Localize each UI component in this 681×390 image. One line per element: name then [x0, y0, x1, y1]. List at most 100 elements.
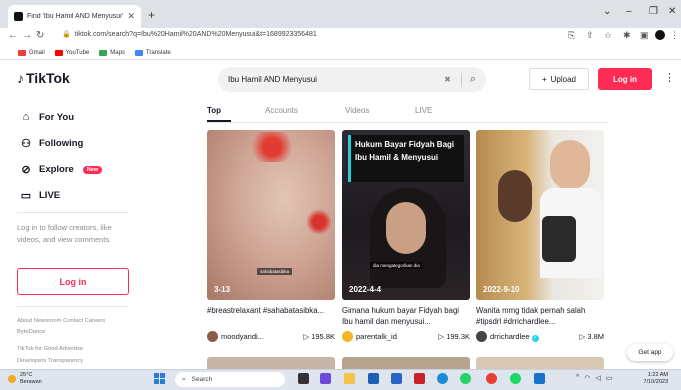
browser-menu-icon[interactable]: ⋮: [670, 30, 679, 41]
bookmark-translate[interactable]: Translate: [134, 49, 171, 56]
search-icon: ⌕: [182, 375, 186, 383]
username-row[interactable]: drrichardlee ✓: [490, 332, 579, 342]
username[interactable]: drrichardlee: [490, 332, 530, 341]
chat-icon[interactable]: [320, 373, 331, 384]
header-login-button[interactable]: Log in: [598, 68, 652, 90]
sidebar-login-button[interactable]: Log in: [17, 268, 129, 295]
whatsapp-icon[interactable]: [460, 373, 471, 384]
reload-icon[interactable]: ↻: [36, 30, 44, 41]
tab-live[interactable]: LIVE: [415, 106, 432, 115]
footer-links-4[interactable]: Developers Transparency: [17, 358, 83, 364]
new-tab-button[interactable]: +: [148, 8, 155, 22]
volume-icon[interactable]: ◁: [595, 374, 600, 382]
avatar[interactable]: [342, 331, 353, 342]
video-thumbnail[interactable]: 2022-9-10: [476, 130, 604, 300]
window-close-icon[interactable]: ✕: [668, 6, 676, 17]
video-caption[interactable]: Gimana hukum bayar Fidyah bagi Ibu hamil…: [342, 305, 470, 327]
sidebar-divider: [17, 306, 129, 307]
extensions-icon[interactable]: ✱: [623, 30, 631, 41]
new-badge: New: [82, 165, 103, 174]
chrome-icon[interactable]: [486, 373, 497, 384]
footer-links-1[interactable]: About Newsroom Contact Careers: [17, 318, 105, 324]
tab-close-icon[interactable]: ✕: [127, 11, 135, 22]
taskbar-search[interactable]: ⌕ Search: [175, 372, 285, 387]
spotify-icon[interactable]: [510, 373, 521, 384]
video-caption[interactable]: Wanita mmg tidak pernah salah #tipsdrl #…: [476, 305, 604, 327]
video-caption[interactable]: #breastrelaxant #sahabatasibka...: [207, 305, 335, 327]
forward-icon[interactable]: →: [22, 30, 32, 41]
avatar[interactable]: [476, 331, 487, 342]
app-icon[interactable]: [534, 373, 545, 384]
share-icon[interactable]: ⇪: [586, 30, 594, 41]
username[interactable]: moodyandi...: [221, 332, 303, 341]
search-bar[interactable]: Ibu Hamil AND Menyusui ✖ ⌕: [218, 67, 486, 92]
browser-tab[interactable]: Find 'Ibu Hamil AND Menyusui' o ✕: [8, 5, 141, 28]
weather-temp: 25°C: [20, 372, 33, 378]
more-options-icon[interactable]: ⋮: [664, 71, 675, 84]
home-icon: ⌂: [22, 111, 30, 123]
rose-sticker-icon: [247, 132, 297, 162]
video-card[interactable]: Hukum Bayar Fidyah Bagi Ibu Hamil & Meny…: [342, 130, 470, 342]
following-icon: ⚇: [21, 138, 31, 150]
footer-links-2[interactable]: ByteDance: [17, 329, 45, 335]
word-icon[interactable]: [391, 373, 402, 384]
footer-links-3[interactable]: TikTok for Good Advertise: [17, 346, 83, 352]
tab-videos[interactable]: Videos: [345, 106, 369, 115]
video-card-partial[interactable]: [207, 357, 335, 369]
bookmark-youtube[interactable]: YouTube: [54, 49, 89, 56]
sidebar-item-for-you[interactable]: ⌂ For You: [20, 111, 74, 123]
file-explorer-icon[interactable]: [344, 373, 355, 384]
install-icon[interactable]: ⎘: [568, 30, 575, 41]
sidebar-item-following[interactable]: ⚇ Following: [20, 137, 83, 150]
windows-start-icon[interactable]: [154, 373, 165, 384]
clear-search-icon[interactable]: ✖: [444, 75, 451, 84]
store-icon[interactable]: [368, 373, 379, 384]
search-icon[interactable]: ⌕: [470, 73, 476, 86]
video-card-partial[interactable]: [342, 357, 470, 369]
minimize-icon[interactable]: –: [626, 6, 632, 17]
sidebar-item-live[interactable]: ▭ LIVE: [20, 189, 60, 202]
verified-badge-icon: ✓: [531, 334, 539, 342]
wifi-icon[interactable]: ◠: [584, 374, 590, 382]
search-divider: [460, 72, 462, 87]
video-card[interactable]: sahabatasibka 3-13 #breastrelaxant #saha…: [207, 130, 335, 342]
back-icon[interactable]: ←: [8, 30, 18, 41]
maps-icon: [99, 49, 108, 56]
clock[interactable]: 1:22 AM 7/10/2023: [636, 372, 668, 386]
avatar[interactable]: [207, 331, 218, 342]
bookmark-maps[interactable]: Maps: [99, 49, 125, 56]
plus-icon: +: [541, 74, 547, 84]
bookmarks-bar: Gmail YouTube Maps Translate: [0, 46, 681, 60]
tiktok-logo[interactable]: ♪ TikTok: [17, 70, 70, 86]
video-date: 2022-9-10: [483, 285, 520, 294]
video-card[interactable]: 2022-9-10 Wanita mmg tidak pernah salah …: [476, 130, 604, 342]
sidepanel-icon[interactable]: ▣: [640, 30, 649, 41]
task-view-icon[interactable]: [298, 373, 309, 384]
sidebar-item-explore[interactable]: ⊘ Explore New: [20, 163, 103, 176]
mcafee-icon[interactable]: [414, 373, 425, 384]
address-bar[interactable]: 🔒 tiktok.com/search?q=Ibu%20Hamil%20AND%…: [62, 30, 317, 39]
bookmark-star-icon[interactable]: ☆: [604, 30, 612, 41]
search-input[interactable]: Ibu Hamil AND Menyusui: [228, 75, 444, 84]
video-card-partial[interactable]: [476, 357, 604, 369]
video-thumbnail[interactable]: Hukum Bayar Fidyah Bagi Ibu Hamil & Meny…: [342, 130, 470, 300]
tab-search-icon[interactable]: ⌄: [603, 6, 611, 17]
view-count: ▷ 195.8K: [303, 332, 335, 341]
chevron-up-icon[interactable]: ^: [576, 374, 579, 382]
username[interactable]: parentalk_id: [356, 332, 438, 341]
video-thumbnail[interactable]: sahabatasibka 3-13: [207, 130, 335, 300]
gmail-icon: [18, 49, 26, 56]
maximize-icon[interactable]: ❐: [649, 6, 658, 17]
video-overlay-text: dia mengategorikan dia: [370, 262, 423, 269]
upload-button[interactable]: + Upload: [529, 68, 589, 90]
battery-icon[interactable]: ▭: [606, 374, 613, 382]
bookmark-gmail[interactable]: Gmail: [18, 49, 45, 56]
edge-icon[interactable]: [437, 373, 448, 384]
get-app-button[interactable]: Get app: [627, 344, 673, 361]
active-tab-indicator: [207, 120, 231, 122]
weather-widget[interactable]: 25°C Berawan: [8, 372, 42, 386]
tab-top[interactable]: Top: [207, 106, 221, 115]
tab-accounts[interactable]: Accounts: [265, 106, 298, 115]
profile-avatar[interactable]: [655, 30, 665, 40]
system-tray[interactable]: ^ ◠ ◁ ▭: [576, 374, 612, 382]
